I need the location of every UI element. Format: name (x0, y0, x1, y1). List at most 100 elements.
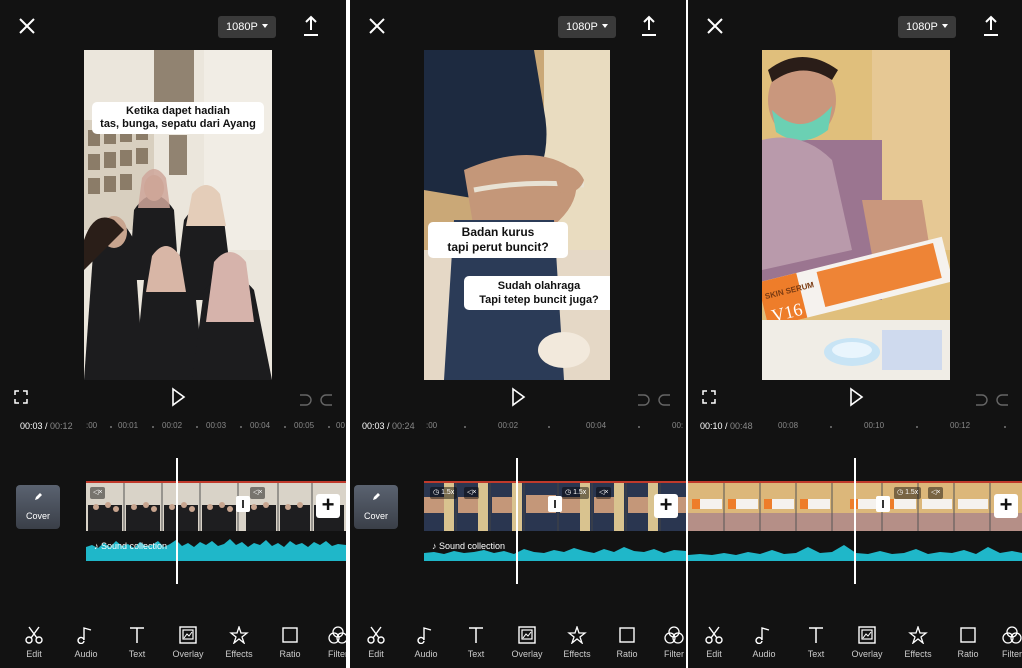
ruler-dot (916, 426, 918, 428)
chevron-down-icon (941, 24, 948, 28)
caption-line: Badan kurus (461, 225, 535, 239)
tool-edit[interactable]: Edit (14, 620, 54, 659)
transition-marker[interactable] (548, 496, 562, 512)
tool-label: Effects (904, 649, 932, 659)
export-icon[interactable] (300, 14, 322, 38)
play-icon[interactable] (848, 387, 864, 407)
close-icon[interactable] (16, 15, 38, 37)
tool-text[interactable]: Text (796, 620, 836, 659)
speed-badge[interactable]: ◷ 1.5x (562, 487, 590, 499)
undo-redo-icon[interactable] (634, 390, 674, 406)
transition-marker[interactable] (236, 496, 250, 512)
export-icon[interactable] (638, 14, 660, 38)
cover-label: Cover (25, 511, 50, 521)
video-preview[interactable]: Badan kurus tapi perut buncit? Sudah ola… (424, 50, 610, 380)
playhead[interactable] (854, 458, 856, 584)
resolution-button[interactable]: 1080P (218, 16, 276, 38)
tool-label: Audio (414, 649, 438, 659)
tool-filter[interactable]: Filter (992, 620, 1022, 659)
tool-effects[interactable]: Effects (219, 620, 259, 659)
top-bar: 1080P (688, 0, 1022, 52)
tool-text[interactable]: Text (456, 620, 496, 659)
timeline-ruler[interactable]: 00:03 / 00:24 :00 00:02 00:04 00: (350, 416, 686, 438)
tool-filter[interactable]: Filter (654, 620, 686, 659)
tool-ratio[interactable]: Ratio (948, 620, 988, 659)
tool-ratio[interactable]: Ratio (607, 620, 647, 659)
current-time: 00:03 / 00:12 (20, 421, 73, 431)
undo-redo-icon[interactable] (972, 390, 1012, 406)
caption-line: Tapi tetep buncit juga? (479, 294, 599, 306)
tool-effects[interactable]: Effects (898, 620, 938, 659)
mute-icon[interactable]: ◁× (250, 487, 266, 499)
editor-screen-3: 1080P SKIN SERUM V16 00:10 / 00:48 00:08… (688, 0, 1022, 668)
playhead[interactable] (176, 458, 178, 584)
cover-button[interactable]: Cover (16, 485, 60, 529)
fullscreen-icon[interactable] (702, 390, 716, 404)
mute-icon[interactable]: ◁× (596, 487, 612, 499)
ratio-icon (282, 627, 298, 643)
ruler-tick: 00:02 (162, 421, 183, 430)
timeline-ruler[interactable]: 00:03 / 00:12 :00 00:01 00:02 00:03 00:0… (0, 416, 346, 438)
mute-icon[interactable]: ◁× (928, 487, 944, 499)
tool-audio[interactable]: Audio (744, 620, 784, 659)
tool-overlay[interactable]: Overlay (847, 620, 887, 659)
tool-label: Filter (1002, 649, 1022, 659)
mute-icon[interactable]: ◁× (90, 487, 106, 499)
tool-edit[interactable]: Edit (356, 620, 396, 659)
tool-overlay[interactable]: Overlay (168, 620, 208, 659)
ruler-tick: 00: (672, 421, 684, 430)
tool-audio[interactable]: Audio (66, 620, 106, 659)
close-icon[interactable] (704, 15, 726, 37)
tool-label: Audio (74, 649, 98, 659)
tool-audio[interactable]: Audio (406, 620, 446, 659)
pencil-icon (35, 493, 42, 500)
tool-label: Ratio (279, 649, 301, 659)
tool-label: Text (128, 649, 146, 659)
clip-thumbnails (86, 483, 346, 531)
scissors-icon (367, 626, 385, 644)
speed-badge[interactable]: ◷ 1.5x (894, 487, 922, 499)
cover-button[interactable]: Cover (354, 485, 398, 529)
tool-ratio[interactable]: Ratio (270, 620, 310, 659)
add-clip-button[interactable]: + (654, 494, 678, 518)
playback-controls (350, 384, 686, 412)
preview-image-belly (424, 50, 610, 380)
tool-label: Ratio (616, 649, 638, 659)
speed-badge[interactable]: ◷ 1.5x (430, 487, 458, 499)
tool-edit[interactable]: Edit (694, 620, 734, 659)
ruler-dot (830, 426, 832, 428)
ruler-tick: :00 (426, 421, 438, 430)
play-icon[interactable] (510, 387, 526, 407)
tool-overlay[interactable]: Overlay (507, 620, 547, 659)
timeline-ruler[interactable]: 00:10 / 00:48 00:08 00:10 00:12 (688, 416, 1022, 438)
video-clip-track[interactable]: ◁× ◁× (86, 481, 346, 531)
undo-redo-icon[interactable] (296, 390, 336, 406)
effects-star-icon (567, 626, 587, 644)
audio-track[interactable]: ♪ Sound collection (424, 533, 686, 561)
ruler-dot (240, 426, 242, 428)
video-preview[interactable]: SKIN SERUM V16 (762, 50, 950, 380)
resolution-button[interactable]: 1080P (898, 16, 956, 38)
tool-effects[interactable]: Effects (557, 620, 597, 659)
mute-icon[interactable]: ◁× (464, 487, 480, 499)
export-icon[interactable] (980, 14, 1002, 38)
ruler-dot (638, 426, 640, 428)
transition-marker[interactable] (876, 496, 890, 512)
ruler-tick: 00:02 (498, 421, 519, 430)
tool-label: Edit (706, 649, 722, 659)
playhead[interactable] (516, 458, 518, 584)
ratio-icon (619, 627, 635, 643)
resolution-button[interactable]: 1080P (558, 16, 616, 38)
add-clip-button[interactable]: + (316, 494, 340, 518)
close-icon[interactable] (366, 15, 388, 37)
ruler-dot (110, 426, 112, 428)
audio-track[interactable]: ♪ Sound collection (86, 533, 346, 561)
tool-text[interactable]: Text (117, 620, 157, 659)
video-preview[interactable]: Ketika dapet hadiah tas, bunga, sepatu d… (84, 50, 272, 380)
add-clip-button[interactable]: + (994, 494, 1018, 518)
ruler-tick: 00:04 (586, 421, 607, 430)
play-icon[interactable] (170, 387, 186, 407)
tool-filter[interactable]: Filter (318, 620, 346, 659)
total-time: 00:48 (730, 421, 753, 431)
fullscreen-icon[interactable] (14, 390, 28, 404)
